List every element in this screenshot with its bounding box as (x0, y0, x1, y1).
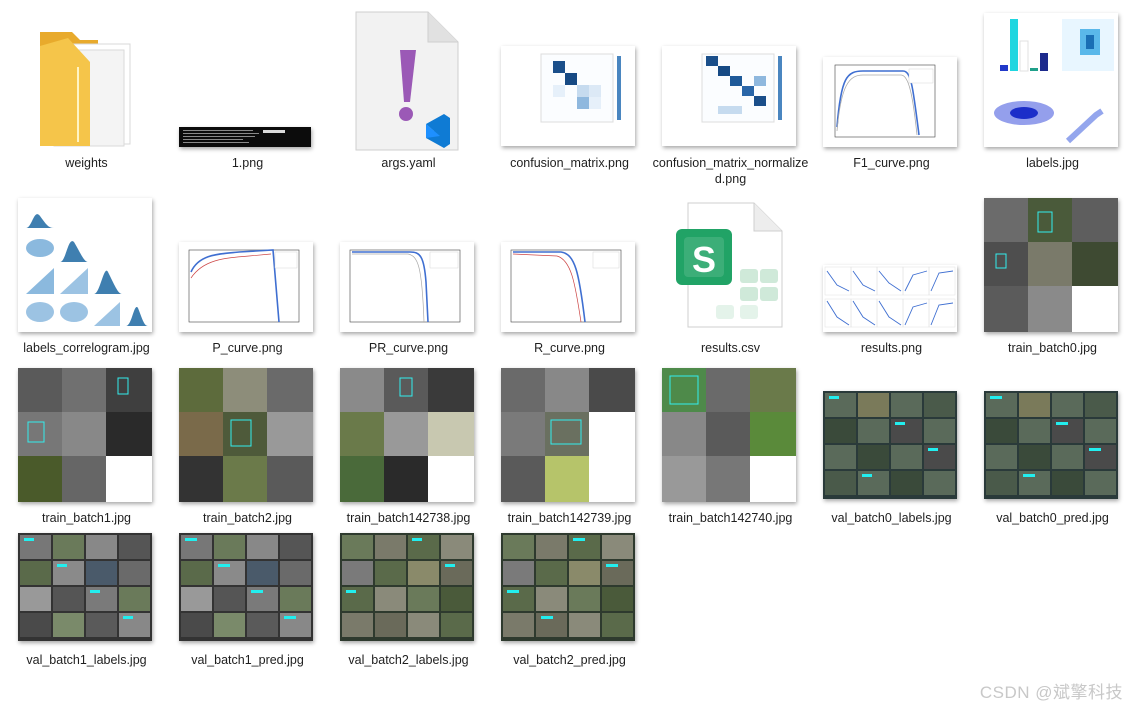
file-val-batch1-pred[interactable]: val_batch1_pred.jpg (167, 530, 328, 680)
f1-curve-thumbnail (823, 57, 957, 147)
val-batch0-pred-thumbnail (984, 391, 1118, 499)
file-name: weights (65, 156, 108, 170)
file-name: P_curve.png (212, 341, 283, 355)
file-val-batch0-labels[interactable]: val_batch0_labels.jpg (811, 365, 972, 530)
val-batch0-labels-thumbnail (823, 391, 957, 499)
file-name: train_batch0.jpg (1008, 341, 1097, 355)
val-batch2-labels-thumbnail (340, 533, 474, 641)
file-f1-curve[interactable]: F1_curve.png (811, 10, 972, 185)
file-pr-curve[interactable]: PR_curve.png (328, 195, 489, 360)
sheets-letter-glyph: S (691, 239, 716, 280)
file-name: results.png (860, 341, 923, 355)
train-batch142740-thumbnail (662, 368, 796, 502)
file-weights[interactable]: weights (6, 10, 167, 185)
file-name: confusion_matrix.png (510, 156, 629, 170)
file-train-batch142740[interactable]: train_batch142740.jpg (650, 365, 811, 530)
file-name: train_batch142740.jpg (668, 511, 793, 525)
file-args-yaml[interactable]: args.yaml (328, 10, 489, 185)
file-train-batch1[interactable]: train_batch1.jpg (6, 365, 167, 530)
file-val-batch1-labels[interactable]: val_batch1_labels.jpg (6, 530, 167, 680)
file-name: val_batch0_pred.jpg (996, 511, 1109, 525)
file-train-batch2[interactable]: train_batch2.jpg (167, 365, 328, 530)
val-batch2-pred-thumbnail (501, 533, 635, 641)
file-name: confusion_matrix_normalized.png (652, 156, 809, 186)
file-1png[interactable]: 1.png (167, 10, 328, 185)
train-batch0-thumbnail (984, 198, 1118, 332)
val-batch1-pred-thumbnail (179, 533, 313, 641)
r-curve-thumbnail (501, 242, 635, 332)
val-batch1-labels-thumbnail (18, 533, 152, 641)
confusion-matrix-thumbnail (501, 46, 635, 146)
labels-correlogram-thumbnail (18, 198, 152, 332)
train-batch1-thumbnail (18, 368, 152, 502)
results-thumbnail (823, 265, 957, 332)
file-val-batch2-pred[interactable]: val_batch2_pred.jpg (489, 530, 650, 680)
yaml-document-icon (354, 10, 462, 152)
file-name: train_batch1.jpg (42, 511, 131, 525)
file-name: train_batch142739.jpg (507, 511, 632, 525)
terminal-thumbnail (179, 127, 311, 147)
file-name: val_batch2_pred.jpg (513, 653, 626, 667)
spreadsheet-file-icon: S (676, 201, 786, 331)
file-confusion-matrix[interactable]: confusion_matrix.png (489, 10, 650, 185)
pr-curve-thumbnail (340, 242, 474, 332)
file-labels[interactable]: labels.jpg (972, 10, 1129, 185)
train-batch2-thumbnail (179, 368, 313, 502)
file-train-batch142739[interactable]: train_batch142739.jpg (489, 365, 650, 530)
file-name: val_batch0_labels.jpg (831, 511, 952, 525)
file-name: val_batch2_labels.jpg (348, 653, 469, 667)
file-name: results.csv (700, 341, 761, 355)
file-val-batch0-pred[interactable]: val_batch0_pred.jpg (972, 365, 1129, 530)
file-name: train_batch2.jpg (203, 511, 292, 525)
file-name: train_batch142738.jpg (346, 511, 471, 525)
file-name: val_batch1_labels.jpg (26, 653, 147, 667)
file-train-batch0[interactable]: train_batch0.jpg (972, 195, 1129, 360)
file-name: val_batch1_pred.jpg (191, 653, 304, 667)
file-name: 1.png (231, 156, 264, 170)
watermark: CSDN @斌擎科技 (979, 683, 1123, 702)
file-p-curve[interactable]: P_curve.png (167, 195, 328, 360)
labels-thumbnail (984, 13, 1118, 147)
file-name: R_curve.png (534, 341, 605, 355)
file-results-csv[interactable]: S results.csv (650, 195, 811, 360)
train-batch142739-thumbnail (501, 368, 635, 502)
file-r-curve[interactable]: R_curve.png (489, 195, 650, 360)
file-val-batch2-labels[interactable]: val_batch2_labels.jpg (328, 530, 489, 680)
confusion-matrix-normalized-thumbnail (662, 46, 796, 146)
file-name: PR_curve.png (368, 341, 449, 355)
file-confusion-matrix-normalized[interactable]: confusion_matrix_normalized.png (650, 10, 811, 186)
file-name: F1_curve.png (853, 156, 930, 170)
file-labels-correlogram[interactable]: labels_correlogram.jpg (6, 195, 167, 360)
file-name: labels.jpg (1026, 156, 1079, 170)
train-batch142738-thumbnail (340, 368, 474, 502)
file-name: labels_correlogram.jpg (23, 341, 150, 355)
file-results-png[interactable]: results.png (811, 195, 972, 360)
folder-icon (38, 22, 134, 148)
p-curve-thumbnail (179, 242, 313, 332)
file-name: args.yaml (381, 156, 436, 170)
file-train-batch142738[interactable]: train_batch142738.jpg (328, 365, 489, 530)
